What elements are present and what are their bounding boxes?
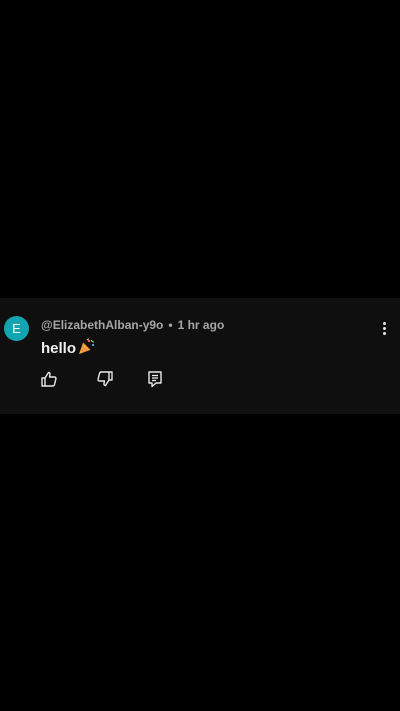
avatar[interactable]: E bbox=[4, 316, 29, 341]
dislike-button[interactable] bbox=[96, 370, 114, 388]
comment-body: hello bbox=[41, 338, 95, 357]
comment-text: hello bbox=[41, 340, 77, 357]
thumbs-up-icon bbox=[41, 371, 57, 387]
author-handle[interactable]: @ElizabethAlban-y9o bbox=[41, 318, 163, 332]
comment-meta: @ElizabethAlban-y9o • 1 hr ago bbox=[41, 318, 224, 332]
vertical-dots-icon bbox=[382, 322, 386, 325]
more-options-button[interactable] bbox=[380, 322, 388, 338]
comment-timestamp: 1 hr ago bbox=[177, 318, 225, 332]
video-screen: E @ElizabethAlban-y9o • 1 hr ago hello bbox=[0, 0, 400, 711]
comment-card: E @ElizabethAlban-y9o • 1 hr ago hello bbox=[0, 298, 400, 414]
thumbs-down-icon bbox=[97, 371, 113, 387]
party-popper-icon bbox=[77, 338, 95, 356]
like-button[interactable] bbox=[40, 370, 58, 388]
reply-comment-icon bbox=[148, 371, 162, 388]
meta-separator: • bbox=[168, 318, 173, 332]
avatar-letter: E bbox=[12, 321, 21, 336]
reply-button[interactable] bbox=[146, 370, 164, 388]
